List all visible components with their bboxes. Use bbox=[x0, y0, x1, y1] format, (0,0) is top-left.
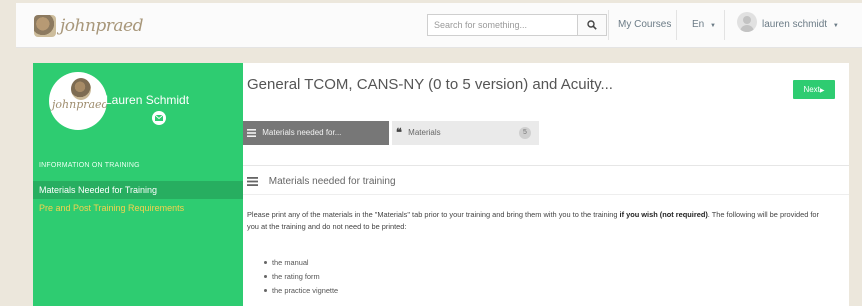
section-title-text: Materials needed for training bbox=[268, 176, 396, 187]
language-label: En bbox=[692, 19, 705, 30]
envelope-icon bbox=[155, 115, 163, 121]
play-icon: ▶ bbox=[819, 88, 825, 94]
tab-materials[interactable]: ❝ Materials 5 bbox=[392, 121, 539, 145]
divider bbox=[243, 194, 849, 195]
logo-text: johnpraed bbox=[60, 16, 144, 36]
nav-separator bbox=[608, 10, 609, 40]
quote-icon: ❝ bbox=[396, 127, 402, 139]
search-box bbox=[427, 14, 607, 36]
instructions-text: Please print any of the materials in the… bbox=[247, 209, 829, 233]
list-item: the rating form bbox=[263, 270, 338, 284]
caret-down-icon: ▼ bbox=[832, 23, 839, 29]
count-badge: 5 bbox=[519, 127, 531, 139]
user-avatar[interactable] bbox=[737, 12, 757, 32]
tree-logo-icon bbox=[71, 78, 91, 100]
user-menu[interactable]: lauren schmidt ▼ bbox=[762, 14, 839, 36]
next-label: Next bbox=[803, 85, 820, 94]
sidebar-section-label: INFORMATION ON TRAINING bbox=[39, 162, 140, 169]
caret-down-icon: ▼ bbox=[710, 23, 716, 29]
tab-label: Materials needed for... bbox=[262, 128, 342, 137]
tree-logo-icon bbox=[34, 15, 56, 37]
search-button[interactable] bbox=[577, 15, 606, 35]
tab-label: Materials bbox=[408, 128, 441, 138]
list-icon bbox=[247, 128, 256, 137]
sidebar: johnpraed Lauren Schmidt INFORMATION ON … bbox=[33, 63, 243, 306]
nav-separator bbox=[676, 10, 677, 40]
search-input[interactable] bbox=[428, 15, 578, 35]
sidebar-item-materials-needed[interactable]: Materials Needed for Training bbox=[33, 181, 243, 199]
instructions-emphasis: if you wish (not required) bbox=[619, 210, 708, 219]
divider bbox=[243, 165, 849, 166]
my-courses-link[interactable]: My Courses bbox=[618, 14, 671, 36]
user-name: lauren schmidt bbox=[762, 19, 828, 30]
next-button[interactable]: Next▶ bbox=[793, 80, 835, 99]
provided-materials-list: the manual the rating form the practice … bbox=[263, 256, 338, 298]
avatar-logo-text: johnpraed bbox=[52, 98, 107, 111]
course-title: General TCOM, CANS-NY (0 to 5 version) a… bbox=[247, 76, 613, 93]
instructions-part-1: Please print any of the materials in the… bbox=[247, 210, 620, 219]
tab-materials-needed[interactable]: Materials needed for... bbox=[243, 121, 389, 145]
list-item: the practice vignette bbox=[263, 284, 338, 298]
profile-name: Lauren Schmidt bbox=[105, 93, 190, 107]
sidebar-item-pre-post-requirements[interactable]: Pre and Post Training Requirements bbox=[33, 199, 243, 217]
profile-avatar: johnpraed bbox=[49, 72, 107, 130]
list-icon bbox=[247, 176, 258, 186]
section-title: Materials needed for training bbox=[247, 172, 396, 192]
course-card: johnpraed Lauren Schmidt INFORMATION ON … bbox=[33, 63, 849, 306]
message-button[interactable] bbox=[152, 111, 166, 125]
site-logo[interactable]: johnpraed bbox=[34, 12, 144, 40]
language-dropdown[interactable]: En ▼ bbox=[692, 14, 716, 36]
main-content: General TCOM, CANS-NY (0 to 5 version) a… bbox=[243, 63, 849, 306]
nav-separator bbox=[724, 10, 725, 40]
list-item: the manual bbox=[263, 256, 338, 270]
top-navbar: johnpraed My Courses En ▼ lauren schmidt… bbox=[16, 3, 862, 48]
search-icon bbox=[587, 20, 597, 30]
